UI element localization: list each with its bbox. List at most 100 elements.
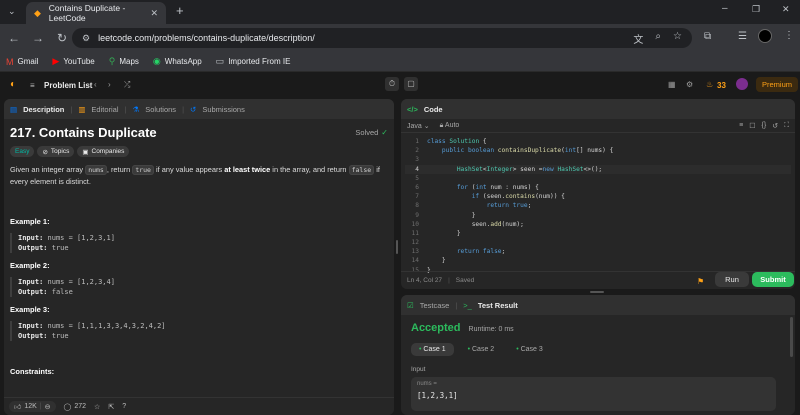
bookmark-whatsapp[interactable]: ◉ WhatsApp [153,56,202,67]
thumbs-up-icon: 👍︎ [14,404,22,411]
code-icon: </> [407,104,418,114]
description-tabs: ▤ Description | ▥ Editorial | ⚗ Solution… [4,99,394,119]
settings-gear-icon[interactable]: ⚙ [686,80,693,89]
forward-icon[interactable]: → [28,31,48,45]
solved-label: Solved [355,128,379,137]
thumbs-down-icon[interactable]: ⊖ [45,403,51,411]
run-button[interactable]: Run [715,272,749,287]
bookmark-icon[interactable]: ☐ [749,122,755,130]
problem-content: 217. Contains Duplicate Solved ✓ Easy ⊘ T… [10,125,388,376]
tab-title: Contains Duplicate - LeetCode [48,3,126,23]
chrome-menu-icon[interactable]: ⋮ [784,30,794,41]
gmail-icon: M [6,56,14,67]
title-row: 217. Contains Duplicate Solved ✓ [10,125,388,140]
description-panel: ▤ Description | ▥ Editorial | ⚗ Solution… [4,99,394,415]
like-button[interactable]: 👍︎ 12K | ⊖ [9,401,56,412]
bookmark-maps[interactable]: ⚲ Maps [109,56,139,67]
folder-icon: ▭ [215,56,225,66]
problem-title[interactable]: 217. Contains Duplicate [10,125,157,140]
back-icon[interactable]: ← [4,31,24,45]
leetcode-navbar: ◐ ≡ Problem List ‹ › ⤮ ⏱ ▢ ▦ ⚙ ♨ 33 Prem… [0,73,800,97]
fullscreen-icon[interactable]: ⛶ [784,122,789,130]
address-bar[interactable]: ⚙ leetcode.com/problems/contains-duplica… [72,28,692,48]
list-icon: ≡ [30,81,35,90]
new-tab-icon[interactable]: + [176,3,184,18]
user-avatar[interactable] [736,78,748,90]
window-close-icon[interactable]: ✕ [782,4,790,15]
tab-divider: | [70,104,73,114]
code-line: 8 return true; [415,202,532,210]
prev-problem-icon[interactable]: ‹ [94,80,97,89]
profile-avatar[interactable] [758,29,772,43]
translate-icon[interactable]: 文 [633,31,643,46]
tab-submissions[interactable]: Submissions [202,105,245,114]
timer-icon[interactable]: ⏱ [385,77,399,91]
case-tab-1[interactable]: • Case 1 [411,343,454,356]
vertical-resize-handle[interactable] [590,291,604,293]
tab-testcase[interactable]: Testcase [420,301,450,310]
input-box: nums = [1,2,3,1] [411,377,776,411]
tab-close-icon[interactable]: ✕ [150,8,158,19]
constraints-heading: Constraints: [10,367,55,376]
companies-tag[interactable]: ▣ Companies [77,146,130,157]
tab-solutions[interactable]: Solutions [145,105,176,114]
tab-description[interactable]: Description [23,105,64,114]
maximize-icon[interactable]: ❐ [752,4,760,15]
layout-icon[interactable]: ▦ [668,80,676,89]
comments-button[interactable]: ◯ 272 [64,403,87,411]
bookmark-star-icon[interactable]: ☆ [673,31,682,46]
maps-icon: ⚲ [108,56,116,66]
submit-button[interactable]: Submit [752,272,794,287]
site-info-icon[interactable]: ⚙ [82,33,90,44]
code-line: 5 [415,174,419,182]
premium-button[interactable]: Premium [756,77,799,92]
test-result-panel: ☑ Testcase | >_ Test Result Accepted Run… [401,295,795,415]
tab-test-result[interactable]: Test Result [478,301,518,310]
braces-icon[interactable]: {} [762,122,767,130]
problem-list-link[interactable]: Problem List [44,81,92,90]
help-icon[interactable]: ? [122,403,126,410]
editorial-icon: ▥ [78,104,86,114]
horizontal-resize-handle[interactable] [396,240,398,254]
code-line: 1 class Solution { [415,138,487,145]
extensions-icon[interactable]: ⧉ [704,31,711,42]
notes-icon[interactable]: ▢ [404,77,418,91]
next-problem-icon[interactable]: › [108,80,111,89]
streak-count[interactable]: 33 [717,81,726,90]
format-icon[interactable]: ≡ [739,122,743,130]
leetcode-logo-icon[interactable]: ◐ [10,79,16,90]
reload-icon[interactable]: ↻ [52,31,72,45]
shuffle-icon[interactable]: ⤮ [124,80,130,90]
tag-icon: ⊘ [42,148,48,156]
result-status-row: Accepted Runtime: 0 ms [411,322,514,334]
language-select[interactable]: Java ⌄ [407,122,430,130]
bookmarks-bar: M Gmail ▶ YouTube ⚲ Maps ◉ WhatsApp ▭ Importe… [0,52,800,72]
problem-description: Given an integer array nums, return true… [10,165,380,186]
bookmark-youtube[interactable]: ▶ YouTube [52,56,94,67]
debug-icon[interactable]: ⚑ [697,277,704,286]
autocomplete-toggle[interactable]: 🔒︎ Auto [440,122,460,130]
bookmark-gmail[interactable]: M Gmail [6,57,38,67]
reset-icon[interactable]: ↺ [772,122,778,130]
editor-toolbar: Java ⌄ 🔒︎ Auto ≡ ☐ {} ↺ ⛶ [401,119,795,133]
case-tab-2[interactable]: • Case 2 [460,343,503,356]
code-panel-header: </> Code [401,99,795,119]
cursor-position: Ln 4, Col 27 [407,277,443,284]
difficulty-badge: Easy [10,146,35,157]
media-icon[interactable]: ☰ [738,31,747,42]
scrollbar[interactable] [790,317,793,357]
input-label: Input [411,366,426,373]
code-panel: </> Code Java ⌄ 🔒︎ Auto ≡ ☐ {} ↺ ⛶ 1 clas… [401,99,795,289]
topics-tag[interactable]: ⊘ Topics [37,146,75,157]
case-tab-3[interactable]: • Case 3 [508,343,551,356]
favorite-star-icon[interactable]: ☆ [94,403,100,411]
tab-search-icon[interactable]: ⌄ [8,6,16,17]
tab-editorial[interactable]: Editorial [91,105,118,114]
code-editor[interactable]: 1 class Solution { 2 public boolean conta… [405,137,791,275]
example-2: Example 2: Input: nums = [1,2,3,4] Outpu… [10,261,388,297]
share-icon[interactable]: ⇱ [108,403,114,411]
browser-tab[interactable]: ◆ Contains Duplicate - LeetCode ✕ [26,2,166,24]
minimize-icon[interactable]: – [722,3,728,14]
zoom-icon[interactable]: ⌕ [655,31,661,46]
bookmark-imported[interactable]: ▭ Imported From IE [216,56,291,67]
